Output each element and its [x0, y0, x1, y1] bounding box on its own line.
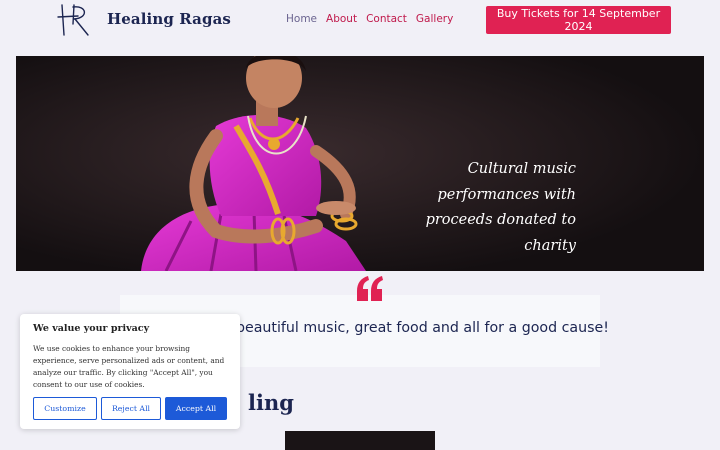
nav-item-about[interactable]: About: [326, 13, 357, 25]
cookie-banner-title: We value your privacy: [33, 323, 150, 334]
cookie-banner-text: We use cookies to enhance your browsing …: [33, 344, 225, 389]
section-heading-text: ling: [248, 390, 294, 415]
brand-name[interactable]: Healing Ragas: [107, 10, 231, 28]
buy-tickets-button[interactable]: Buy Tickets for 14 September 2024: [486, 6, 671, 34]
hero-dancer-image: [16, 56, 704, 271]
nav-item-home[interactable]: Home: [286, 13, 317, 25]
main-nav: Home About Contact Gallery: [286, 13, 453, 25]
site-header: Healing Ragas Home About Contact Gallery…: [0, 0, 720, 40]
customize-button[interactable]: Customize: [33, 397, 97, 420]
cookie-consent-banner: We value your privacy We use cookies to …: [20, 314, 240, 429]
quote-mark-icon: [357, 276, 383, 301]
video-thumbnail[interactable]: [285, 431, 435, 450]
nav-item-contact[interactable]: Contact: [366, 13, 407, 25]
testimonial-text: beautiful music, great food and all for …: [236, 320, 609, 336]
hero-banner: Cultural music performances with proceed…: [16, 56, 704, 271]
reject-all-button[interactable]: Reject All: [101, 397, 161, 420]
hero-caption: Cultural music performances with proceed…: [425, 161, 576, 254]
accept-all-button[interactable]: Accept All: [165, 397, 227, 420]
nav-item-gallery[interactable]: Gallery: [416, 13, 453, 25]
hr-monogram-logo[interactable]: [52, 2, 96, 38]
